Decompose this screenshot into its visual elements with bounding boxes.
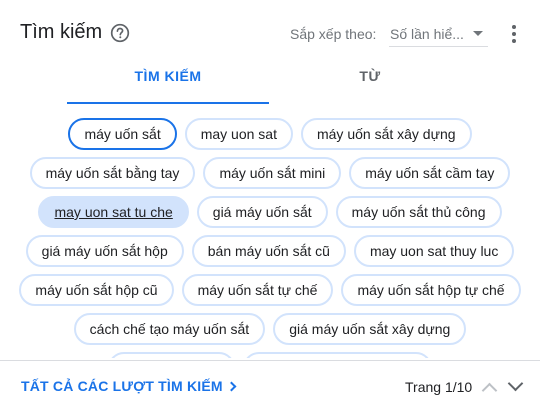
search-suggestion-chip[interactable]: máy uốn sắt hộp cầm tay: [243, 352, 432, 358]
chip-row: máy uốn sắt hộp cũ máy uốn sắt tự chế máy …: [0, 274, 540, 306]
all-searches-label: TẤT CẢ CÁC LƯỢT TÌM KIẾM: [21, 378, 223, 394]
tab-bar: TÌM KIẾM TỪ: [0, 62, 540, 104]
page-indicator: Trang 1/10: [405, 379, 473, 395]
sort-label: Sắp xếp theo:: [290, 26, 377, 42]
search-suggestion-chip[interactable]: máy uốn sắt bằng tay: [29, 157, 196, 189]
tab-search[interactable]: TÌM KIẾM: [67, 62, 269, 104]
chip-row: máy uốn sắt cũ máy uốn sắt hộp cầm tay: [0, 352, 540, 358]
search-suggestion-chip[interactable]: máy uốn sắt thủ công: [335, 196, 502, 228]
search-suggestion-chip[interactable]: máy uốn sắt cầm tay: [349, 157, 511, 189]
header: Tìm kiếm Sắp xếp theo: Số lần hiể...: [0, 0, 540, 62]
search-suggestion-chip[interactable]: giá máy uốn sắt: [196, 196, 328, 228]
search-suggestion-chip[interactable]: may uon sat: [184, 118, 293, 150]
search-suggestion-chip[interactable]: máy uốn sắt mini: [203, 157, 342, 189]
sort-select[interactable]: Số lần hiể...: [389, 21, 488, 47]
chevron-up-icon[interactable]: [481, 382, 498, 399]
search-suggestion-chip[interactable]: máy uốn sắt tự chế: [181, 274, 334, 306]
search-suggestion-chip[interactable]: may uon sat thuy luc: [353, 235, 515, 267]
tab-word[interactable]: TỪ: [269, 62, 471, 104]
search-suggestion-chip[interactable]: máy uốn sắt: [68, 118, 177, 150]
search-suggestion-chip[interactable]: máy uốn sắt cũ: [108, 352, 236, 358]
footer: TẤT CẢ CÁC LƯỢT TÌM KIẾM Trang 1/10: [0, 360, 540, 410]
chevron-right-icon: [226, 381, 237, 392]
all-searches-link[interactable]: TẤT CẢ CÁC LƯỢT TÌM KIẾM: [21, 378, 237, 394]
search-suggestion-chip[interactable]: may uon sat tu che: [38, 196, 189, 228]
chip-row: may uon sat tu che giá máy uốn sắt máy uốn…: [0, 196, 540, 228]
search-suggestion-chip[interactable]: máy uốn sắt hộp tự chế: [341, 274, 521, 306]
chip-row: giá máy uốn sắt hộp bán máy uốn sắt cũ may…: [0, 235, 540, 267]
sort-value: Số lần hiể...: [390, 26, 464, 42]
chip-row: máy uốn sắt bằng tay máy uốn sắt mini máy …: [0, 157, 540, 189]
search-suggestion-chip[interactable]: máy uốn sắt hộp cũ: [19, 274, 174, 306]
search-suggestion-list: máy uốn sắt may uon sat máy uốn sắt xây dự…: [0, 104, 540, 358]
more-vert-icon[interactable]: [504, 22, 524, 46]
search-suggestion-chip[interactable]: bán máy uốn sắt cũ: [191, 235, 346, 267]
search-suggestion-chip[interactable]: giá máy uốn sắt xây dựng: [273, 313, 467, 345]
help-circle-icon[interactable]: [110, 23, 130, 43]
search-suggestion-chip[interactable]: giá máy uốn sắt hộp: [25, 235, 184, 267]
page-title: Tìm kiếm: [20, 21, 103, 43]
dropdown-arrow-icon: [473, 31, 483, 36]
chip-row: máy uốn sắt may uon sat máy uốn sắt xây dự…: [0, 118, 540, 150]
chip-row: cách chế tạo máy uốn sắt giá máy uốn sắt …: [0, 313, 540, 345]
chevron-down-icon[interactable]: [507, 375, 524, 392]
search-suggestion-chip[interactable]: máy uốn sắt xây dựng: [300, 118, 472, 150]
search-suggestion-chip[interactable]: cách chế tạo máy uốn sắt: [73, 313, 266, 345]
